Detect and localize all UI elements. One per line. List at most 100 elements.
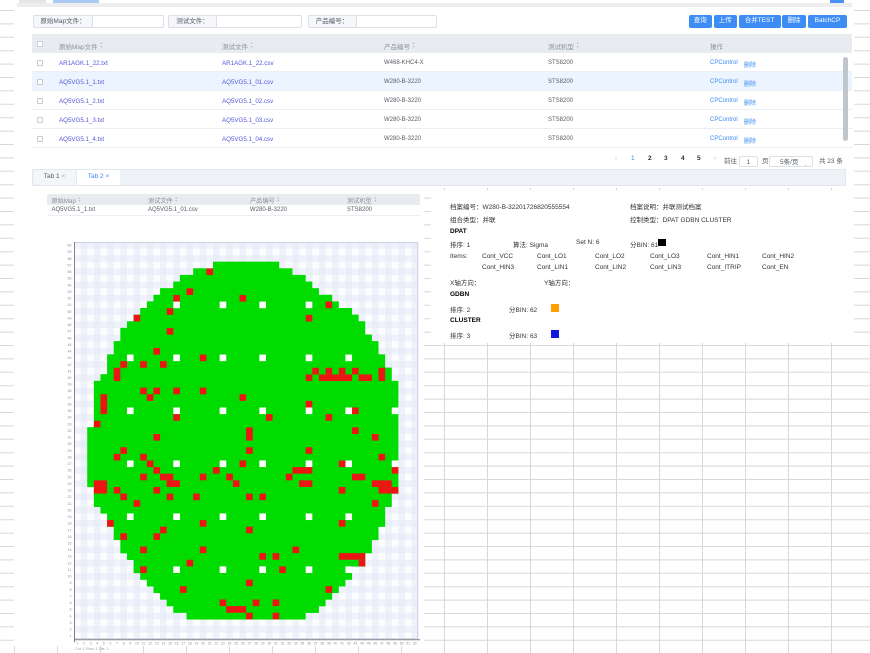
svg-text:12: 12 [148,642,152,646]
svg-text:60: 60 [68,244,72,248]
svg-text:32: 32 [68,429,72,433]
svg-text:53: 53 [68,290,72,294]
svg-text:43: 43 [68,356,72,360]
svg-text:17: 17 [68,528,72,532]
svg-text:47: 47 [68,330,72,334]
svg-text:1: 1 [76,642,78,646]
svg-text:3: 3 [90,642,92,646]
svg-text:23: 23 [221,642,225,646]
svg-text:49: 49 [68,316,72,320]
svg-text:14: 14 [68,548,72,552]
svg-text:31: 31 [274,642,278,646]
svg-text:54: 54 [68,283,72,287]
svg-text:28: 28 [68,455,72,459]
svg-text:24: 24 [68,482,72,486]
svg-text:46: 46 [68,336,72,340]
svg-text:29: 29 [68,449,72,453]
svg-text:20: 20 [68,508,72,512]
svg-text:3: 3 [70,621,72,625]
svg-text:22: 22 [214,642,218,646]
svg-text:43: 43 [353,642,357,646]
svg-text:37: 37 [68,396,72,400]
svg-text:40: 40 [334,642,338,646]
svg-text:19: 19 [195,642,199,646]
svg-text:31: 31 [68,436,72,440]
svg-text:4: 4 [96,642,98,646]
svg-text:32: 32 [281,642,285,646]
svg-text:34: 34 [68,416,72,420]
svg-text:55: 55 [68,277,72,281]
svg-text:37: 37 [314,642,318,646]
svg-text:52: 52 [413,642,417,646]
svg-text:21: 21 [208,642,212,646]
svg-text:33: 33 [68,422,72,426]
svg-text:9: 9 [70,581,72,585]
svg-text:45: 45 [68,343,72,347]
svg-text:38: 38 [68,389,72,393]
svg-text:49: 49 [393,642,397,646]
svg-text:13: 13 [155,642,159,646]
svg-text:17: 17 [181,642,185,646]
svg-text:27: 27 [68,462,72,466]
svg-text:5: 5 [70,608,72,612]
svg-text:28: 28 [254,642,258,646]
svg-text:5: 5 [103,642,105,646]
svg-text:8: 8 [70,588,72,592]
svg-text:19: 19 [68,515,72,519]
svg-text:12: 12 [68,561,72,565]
svg-text:47: 47 [380,642,384,646]
svg-text:36: 36 [68,402,72,406]
svg-text:51: 51 [406,642,410,646]
svg-text:9: 9 [129,642,131,646]
svg-text:13: 13 [68,555,72,559]
svg-text:35: 35 [300,642,304,646]
svg-text:15: 15 [68,542,72,546]
svg-text:59: 59 [68,250,72,254]
svg-text:40: 40 [68,376,72,380]
svg-text:10: 10 [135,642,139,646]
svg-text:18: 18 [188,642,192,646]
svg-text:35: 35 [68,409,72,413]
svg-text:25: 25 [234,642,238,646]
svg-text:39: 39 [68,383,72,387]
svg-text:1: 1 [70,634,72,638]
svg-text:57: 57 [68,263,72,267]
svg-text:34: 34 [294,642,298,646]
svg-text:52: 52 [68,297,72,301]
svg-text:58: 58 [68,257,72,261]
svg-text:6: 6 [109,642,111,646]
svg-text:22: 22 [68,495,72,499]
svg-text:41: 41 [68,369,72,373]
svg-text:15: 15 [168,642,172,646]
svg-text:29: 29 [261,642,265,646]
svg-text:6: 6 [70,601,72,605]
svg-text:10: 10 [68,575,72,579]
svg-text:24: 24 [228,642,232,646]
svg-text:36: 36 [307,642,311,646]
svg-text:30: 30 [267,642,271,646]
svg-text:50: 50 [400,642,404,646]
svg-text:16: 16 [175,642,179,646]
svg-text:39: 39 [327,642,331,646]
svg-text:18: 18 [68,522,72,526]
svg-text:11: 11 [142,642,146,646]
svg-text:30: 30 [68,442,72,446]
svg-text:14: 14 [161,642,165,646]
svg-text:48: 48 [68,323,72,327]
svg-text:33: 33 [287,642,291,646]
svg-text:42: 42 [347,642,351,646]
svg-text:42: 42 [68,363,72,367]
svg-text:25: 25 [68,475,72,479]
svg-text:44: 44 [360,642,364,646]
svg-text:21: 21 [68,502,72,506]
svg-text:16: 16 [68,535,72,539]
svg-text:2: 2 [70,628,72,632]
svg-text:44: 44 [68,350,72,354]
svg-text:41: 41 [340,642,344,646]
svg-text:2: 2 [83,642,85,646]
svg-text:26: 26 [68,469,72,473]
svg-text:48: 48 [387,642,391,646]
svg-text:23: 23 [68,489,72,493]
svg-text:4: 4 [70,614,72,618]
svg-text:20: 20 [201,642,205,646]
